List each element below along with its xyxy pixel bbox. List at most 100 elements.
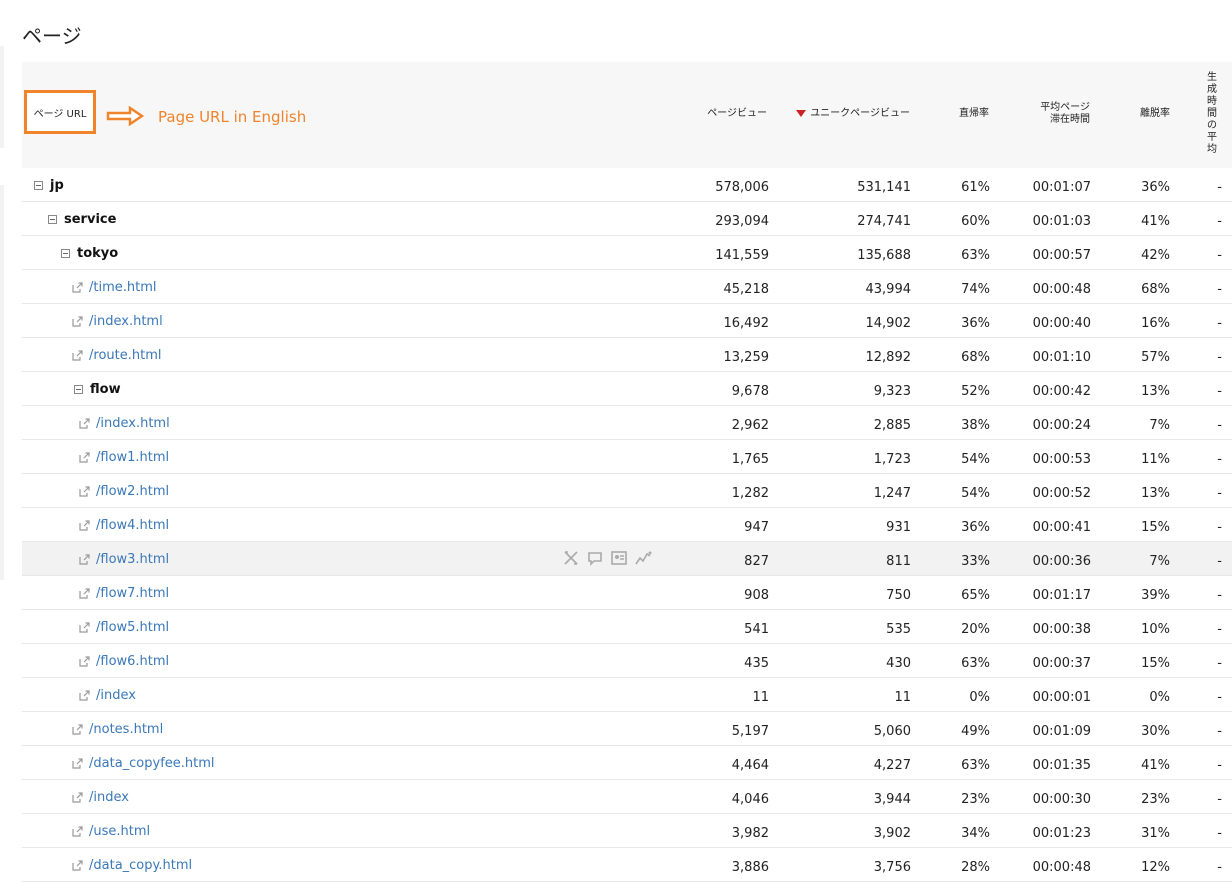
external-link-icon[interactable] — [79, 486, 90, 497]
page-link[interactable]: /flow4.html — [79, 518, 169, 533]
table-row[interactable]: /data_copy.html 3,886 3,756 28% 00:00:48 12% - — [22, 848, 1232, 882]
table-row[interactable]: /flow7.html 908 750 65% 00:01:17 39% - — [22, 576, 1232, 610]
header-page-url[interactable]: ページ URL — [24, 90, 96, 134]
page-link[interactable]: /index.html — [72, 314, 163, 329]
row-label: /route.html — [89, 348, 162, 363]
external-link-icon[interactable] — [79, 690, 90, 701]
avg-generation-time-cell: - — [1217, 690, 1222, 705]
table-row[interactable]: flow 9,678 9,323 52% 00:00:42 13% - — [22, 372, 1232, 406]
page-link[interactable]: /index — [72, 790, 129, 805]
table-row[interactable]: service 293,094 274,741 60% 00:01:03 41% - — [22, 202, 1232, 236]
page-link[interactable]: /route.html — [72, 348, 161, 363]
table-row[interactable]: /index.html 16,492 14,902 36% 00:00:40 16% - — [22, 304, 1232, 338]
table-row[interactable]: /data_copyfee.html 4,464 4,227 63% 00:01:35 4… — [22, 746, 1232, 780]
table-row[interactable]: jp 578,006 531,141 61% 00:01:07 36% - — [22, 168, 1232, 202]
external-link-icon[interactable] — [72, 724, 83, 735]
external-link-icon[interactable] — [72, 792, 83, 803]
collapse-icon[interactable] — [34, 181, 43, 190]
table-row[interactable]: /flow2.html 1,282 1,247 54% 00:00:52 13% - — [22, 474, 1232, 508]
avg-time-cell: 00:00:48 — [1032, 282, 1091, 297]
bounce-rate-cell: 60% — [961, 214, 990, 229]
avg-time-cell: 00:01:09 — [1032, 724, 1091, 739]
page-link[interactable]: /time.html — [72, 280, 157, 295]
external-link-icon[interactable] — [72, 860, 83, 871]
table-row[interactable]: /flow1.html 1,765 1,723 54% 00:00:53 11% - — [22, 440, 1232, 474]
row-label: /data_copyfee.html — [89, 756, 215, 771]
page-link[interactable]: /use.html — [72, 824, 150, 839]
row-label: tokyo — [77, 246, 119, 261]
table-row[interactable]: /time.html 45,218 43,994 74% 00:00:48 68% - — [22, 270, 1232, 304]
external-link-icon[interactable] — [72, 826, 83, 837]
page-link[interactable]: /index.html — [79, 416, 170, 431]
page-link[interactable]: /data_copy.html — [72, 858, 192, 873]
trend-line-icon[interactable] — [634, 549, 652, 567]
table-row[interactable]: /flow4.html 947 931 36% 00:00:41 15% - — [22, 508, 1232, 542]
profile-card-icon[interactable] — [610, 549, 628, 567]
table-row[interactable]: /flow3.html 827 811 33% 00:00:36 7% - — [22, 542, 1232, 576]
external-link-icon[interactable] — [79, 452, 90, 463]
avg-time-cell: 00:00:57 — [1032, 248, 1091, 263]
row-label: service — [64, 212, 117, 227]
unique-pageviews-cell: 430 — [886, 656, 911, 671]
comment-icon[interactable] — [586, 549, 604, 567]
external-link-icon[interactable] — [79, 656, 90, 667]
header-unique-pageviews[interactable]: ユニークページビュー — [796, 108, 910, 120]
avg-time-cell: 00:01:17 — [1032, 588, 1091, 603]
page-link[interactable]: /data_copyfee.html — [72, 756, 215, 771]
external-link-icon[interactable] — [79, 588, 90, 599]
avg-generation-time-cell: - — [1217, 656, 1222, 671]
folder-item[interactable]: flow — [74, 382, 121, 397]
bounce-rate-cell: 36% — [961, 316, 990, 331]
collapse-icon[interactable] — [74, 385, 83, 394]
table-header: ページ URL Page URL in English ページビュー ユニークペ… — [22, 62, 1232, 168]
collapse-icon[interactable] — [48, 215, 57, 224]
header-avg-time[interactable]: 平均ページ 滞在時間 — [1040, 102, 1090, 126]
table-row[interactable]: /route.html 13,259 12,892 68% 00:01:10 57% - — [22, 338, 1232, 372]
external-link-icon[interactable] — [79, 520, 90, 531]
folder-item[interactable]: jp — [34, 178, 64, 193]
exit-rate-cell: 13% — [1141, 384, 1170, 399]
table-row[interactable]: /index 11 11 0% 00:00:01 0% - — [22, 678, 1232, 712]
page-link[interactable]: /flow5.html — [79, 620, 169, 635]
row-label: flow — [90, 382, 121, 397]
pageviews-cell: 293,094 — [715, 214, 769, 229]
page-link[interactable]: /flow6.html — [79, 654, 169, 669]
avg-time-cell: 00:01:07 — [1032, 180, 1091, 195]
header-pageviews[interactable]: ページビュー — [707, 108, 767, 120]
external-link-icon[interactable] — [72, 758, 83, 769]
page-link[interactable]: /flow2.html — [79, 484, 169, 499]
external-link-icon[interactable] — [79, 418, 90, 429]
external-link-icon[interactable] — [79, 622, 90, 633]
page-link[interactable]: /flow1.html — [79, 450, 169, 465]
table-row[interactable]: /index 4,046 3,944 23% 00:00:30 23% - — [22, 780, 1232, 814]
external-link-icon[interactable] — [72, 350, 83, 361]
external-link-icon[interactable] — [72, 282, 83, 293]
collapse-icon[interactable] — [61, 249, 70, 258]
bounce-rate-cell: 36% — [961, 520, 990, 535]
exit-rate-cell: 30% — [1141, 724, 1170, 739]
table-row[interactable]: /flow5.html 541 535 20% 00:00:38 10% - — [22, 610, 1232, 644]
exit-rate-cell: 31% — [1141, 826, 1170, 841]
unique-pageviews-cell: 5,060 — [873, 724, 911, 739]
folder-item[interactable]: tokyo — [61, 246, 118, 261]
table-row[interactable]: /use.html 3,982 3,902 34% 00:01:23 31% - — [22, 814, 1232, 848]
table-row[interactable]: /flow6.html 435 430 63% 00:00:37 15% - — [22, 644, 1232, 678]
header-avg-generation-time[interactable]: 生成時間の平均 — [1202, 72, 1222, 156]
page-link[interactable]: /index — [79, 688, 136, 703]
page-link[interactable]: /flow3.html — [79, 552, 169, 567]
pageviews-cell: 11 — [752, 690, 769, 705]
exit-rate-cell: 12% — [1141, 860, 1170, 875]
compare-icon[interactable] — [562, 549, 580, 567]
folder-item[interactable]: service — [48, 212, 116, 227]
avg-generation-time-cell: - — [1217, 554, 1222, 569]
table-row[interactable]: /notes.html 5,197 5,060 49% 00:01:09 30% - — [22, 712, 1232, 746]
header-exit-rate[interactable]: 離脱率 — [1140, 108, 1170, 120]
page-link[interactable]: /notes.html — [72, 722, 163, 737]
page-link[interactable]: /flow7.html — [79, 586, 169, 601]
external-link-icon[interactable] — [79, 554, 90, 565]
avg-generation-time-cell: - — [1217, 520, 1222, 535]
header-bounce-rate[interactable]: 直帰率 — [959, 108, 989, 120]
table-row[interactable]: tokyo 141,559 135,688 63% 00:00:57 42% - — [22, 236, 1232, 270]
external-link-icon[interactable] — [72, 316, 83, 327]
table-row[interactable]: /index.html 2,962 2,885 38% 00:00:24 7% - — [22, 406, 1232, 440]
